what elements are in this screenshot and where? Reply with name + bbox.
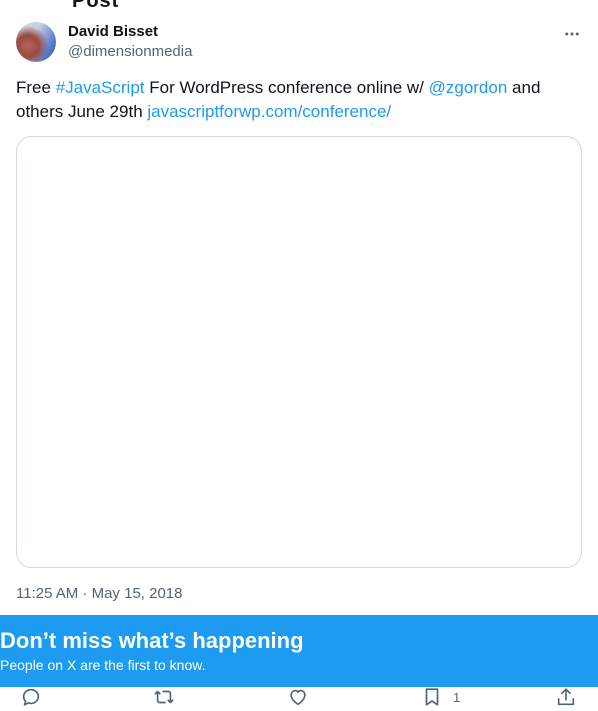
heart-icon: [290, 689, 306, 706]
more-icon: [565, 32, 579, 36]
url-link[interactable]: javascriptforwp.com/conference/: [147, 102, 391, 121]
bookmark-button[interactable]: 1: [421, 686, 460, 708]
mention-link[interactable]: @zgordon: [429, 78, 508, 97]
author-handle[interactable]: @dimensionmedia: [68, 43, 192, 60]
author-name[interactable]: David Bisset: [68, 23, 158, 40]
action-bar: 1: [0, 684, 598, 711]
tweet-text-prefix: Free: [16, 78, 56, 97]
post-header: David Bisset @dimensionmedia: [16, 22, 582, 64]
more-options-button[interactable]: [562, 24, 582, 44]
share-button[interactable]: [555, 686, 577, 708]
banner-subtitle: People on X are the first to know.: [0, 657, 206, 673]
bookmark-icon: [425, 688, 439, 706]
page-title-partial: Post: [72, 0, 120, 12]
reply-icon: [22, 688, 40, 706]
reply-button[interactable]: [20, 686, 42, 708]
banner-title: Don’t miss what’s happening: [0, 628, 304, 653]
hashtag-link[interactable]: #JavaScript: [56, 78, 145, 97]
avatar[interactable]: [16, 22, 56, 62]
bookmark-count: 1: [453, 689, 461, 705]
tweet-text: Free #JavaScript For WordPress conferenc…: [16, 76, 582, 124]
like-button[interactable]: [287, 686, 309, 708]
post-timestamp[interactable]: 11:25 AM · May 15, 2018: [16, 585, 183, 602]
retweet-icon: [154, 690, 174, 704]
tweet-text-middle: For WordPress conference online w/: [144, 78, 429, 97]
link-card[interactable]: [16, 136, 582, 568]
signup-banner: Don’t miss what’s happening People on X …: [0, 615, 598, 687]
share-icon: [557, 688, 575, 706]
retweet-button[interactable]: [153, 686, 175, 708]
